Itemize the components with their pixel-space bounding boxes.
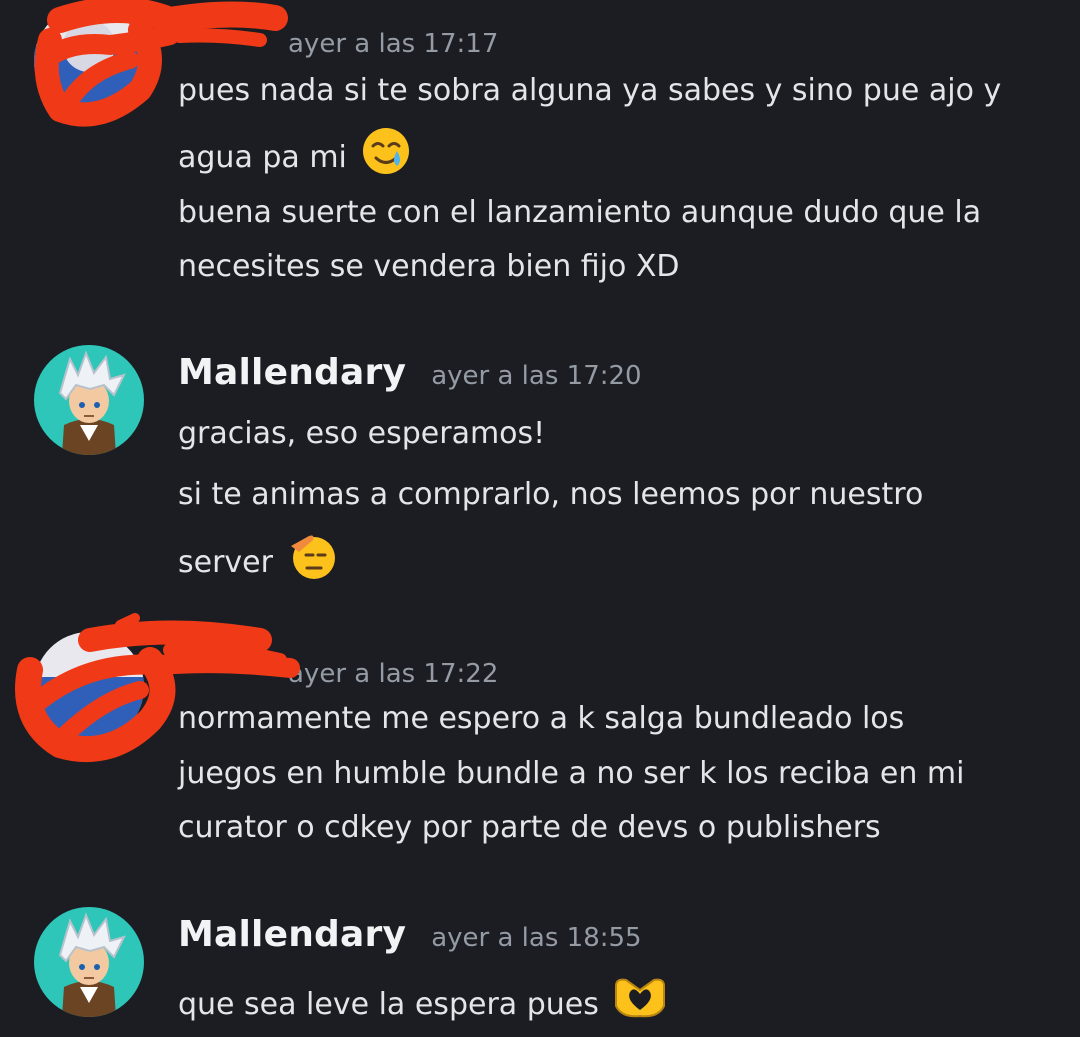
- message-header: ayer a las 17:17: [178, 20, 498, 61]
- avatar[interactable]: [34, 907, 144, 1017]
- message-line: buena suerte con el lanzamiento aunque d…: [178, 195, 982, 230]
- message-line: juegos en humble bundle a no ser k los r…: [178, 756, 965, 791]
- timestamp: ayer a las 17:20: [431, 361, 642, 391]
- username[interactable]: Mallendary: [178, 914, 406, 955]
- message-header: ayer a las 17:22: [178, 650, 498, 691]
- message-line: pues nada si te sobra alguna ya sabes y …: [178, 73, 1002, 108]
- saluting-face-emoji-icon: [287, 530, 339, 591]
- message-line-with-emoji: que sea leve la espera pues: [178, 976, 668, 1032]
- crying-face-emoji-icon: [360, 125, 412, 186]
- message-line-with-emoji: agua pa mi: [178, 128, 412, 189]
- message-text: que sea leve la espera pues: [178, 987, 599, 1022]
- message-header: Mallendary ayer a las 18:55: [178, 914, 642, 955]
- timestamp: ayer a las 17:22: [288, 659, 499, 689]
- timestamp: ayer a las 17:17: [288, 29, 499, 59]
- message-line-with-emoji: server: [178, 533, 339, 594]
- avatar[interactable]: [34, 632, 144, 742]
- message-text: agua pa mi: [178, 140, 347, 175]
- message-line: curator o cdkey por parte de devs o publ…: [178, 810, 881, 845]
- message-line: normamente me espero a k salga bundleado…: [178, 701, 905, 736]
- chat-log: ayer a las 17:17 pues nada si te sobra a…: [0, 0, 1080, 1037]
- timestamp: ayer a las 18:55: [431, 923, 642, 953]
- message-text: server: [178, 545, 273, 580]
- avatar[interactable]: [34, 6, 144, 116]
- heart-hands-emoji-icon: [612, 976, 668, 1029]
- message-line: si te animas a comprarlo, nos leemos por…: [178, 477, 924, 512]
- redaction-scribble: [15, 0, 300, 763]
- username[interactable]: Mallendary: [178, 352, 406, 393]
- message-line: necesites se vendera bien fijo XD: [178, 249, 680, 284]
- message-header: Mallendary ayer a las 17:20: [178, 352, 642, 393]
- message-line: gracias, eso esperamos!: [178, 416, 546, 451]
- avatar[interactable]: [34, 345, 144, 455]
